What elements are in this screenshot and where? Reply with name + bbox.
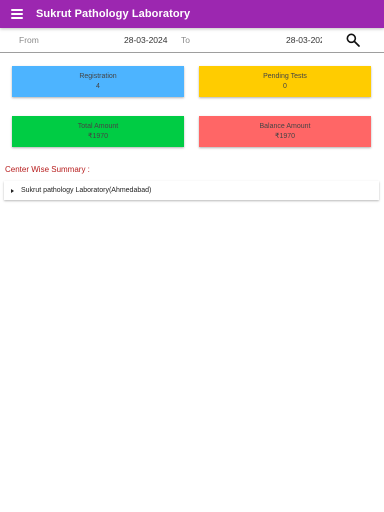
app-title: Sukrut Pathology Laboratory [36,8,191,20]
center-name: Sukrut pathology Laboratory(Ahmedabad) [21,187,152,194]
registration-label: Registration [79,72,117,80]
hamburger-menu-icon[interactable] [11,9,23,19]
registration-card[interactable]: Registration 4 [12,66,184,97]
to-date-field[interactable]: 28-03-202 [286,35,322,45]
balance-amount-card[interactable]: Balance Amount ₹1970 [199,116,371,147]
expand-arrow-icon[interactable] [11,188,14,193]
total-amount-label: Total Amount [77,122,119,130]
center-wise-summary-title: Center Wise Summary : [5,165,90,174]
from-date-field[interactable]: 28-03-2024 [124,35,167,45]
date-filter-row: From 28-03-2024 To 28-03-202 [0,28,384,53]
search-icon[interactable] [345,32,361,48]
center-summary-item[interactable]: Sukrut pathology Laboratory(Ahmedabad) [4,181,379,200]
pending-tests-card[interactable]: Pending Tests 0 [199,66,371,97]
pending-tests-value: 0 [283,82,287,90]
to-label: To [181,35,190,45]
balance-amount-value: ₹1970 [274,132,296,140]
app-bar: Sukrut Pathology Laboratory [0,0,384,28]
registration-value: 4 [96,82,100,90]
total-amount-value: ₹1970 [87,132,109,140]
pending-tests-label: Pending Tests [263,72,307,80]
from-label: From [19,35,39,45]
total-amount-card[interactable]: Total Amount ₹1970 [12,116,184,147]
balance-amount-label: Balance Amount [259,122,311,130]
